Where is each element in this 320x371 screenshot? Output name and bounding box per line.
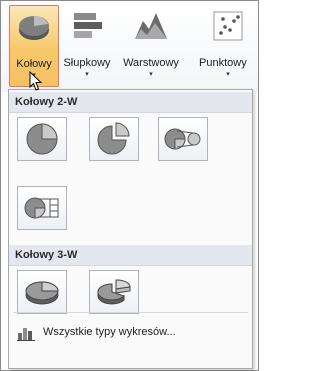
area-chart-icon <box>119 9 183 47</box>
area-chart-button[interactable]: Warstwowy ▾ <box>119 5 183 87</box>
divider <box>13 312 248 313</box>
bar-chart-label: Słupkowy <box>63 57 111 69</box>
pie-of-pie-2d-icon <box>164 128 201 150</box>
pie-chart-label: Kołowy <box>16 58 52 70</box>
mouse-cursor-icon <box>29 71 43 91</box>
chevron-down-icon: ▾ <box>226 71 230 78</box>
section-header-pie-3d: Kołowy 3-W <box>9 245 252 266</box>
bar-of-pie-2d-icon <box>24 197 59 219</box>
menu-footer: Wszystkie typy wykresów... <box>9 312 252 367</box>
pie-chart-icon <box>10 10 58 48</box>
pie-3d-icon <box>25 281 59 305</box>
pie-of-pie-2d-option[interactable] <box>158 117 208 161</box>
exploded-pie-3d-icon <box>97 279 131 305</box>
exploded-pie-2d-option[interactable] <box>89 117 139 161</box>
pie-chart-dropdown: Kołowy 2-W Kołowy 3-W Wszystkie typy wyk… <box>8 89 253 369</box>
exploded-pie-3d-option[interactable] <box>89 270 139 314</box>
scatter-chart-icon <box>197 9 259 47</box>
area-chart-label: Warstwowy <box>123 57 179 69</box>
chevron-down-icon: ▾ <box>85 71 89 78</box>
section-header-pie-2d: Kołowy 2-W <box>9 92 252 113</box>
chart-types-icon <box>17 325 35 344</box>
scatter-chart-label: Punktowy <box>199 57 247 69</box>
pie-3d-option[interactable] <box>17 270 67 314</box>
chart-gallery-window: Kołowy ▾ Słupkowy ▾ Warstwowy <box>0 0 259 371</box>
pie-2d-option[interactable] <box>17 117 67 161</box>
exploded-pie-2d-icon <box>97 122 130 155</box>
scatter-chart-button[interactable]: Punktowy ▾ <box>197 5 259 87</box>
all-chart-types-item[interactable]: Wszystkie typy wykresów... <box>15 322 247 344</box>
bar-chart-button[interactable]: Słupkowy ▾ <box>62 5 112 87</box>
bar-of-pie-2d-option[interactable] <box>17 186 67 230</box>
bar-chart-icon <box>62 9 112 47</box>
all-chart-types-label: Wszystkie typy wykresów... <box>43 326 176 338</box>
pie-2d-icon <box>26 123 58 155</box>
chevron-down-icon: ▾ <box>149 71 153 78</box>
